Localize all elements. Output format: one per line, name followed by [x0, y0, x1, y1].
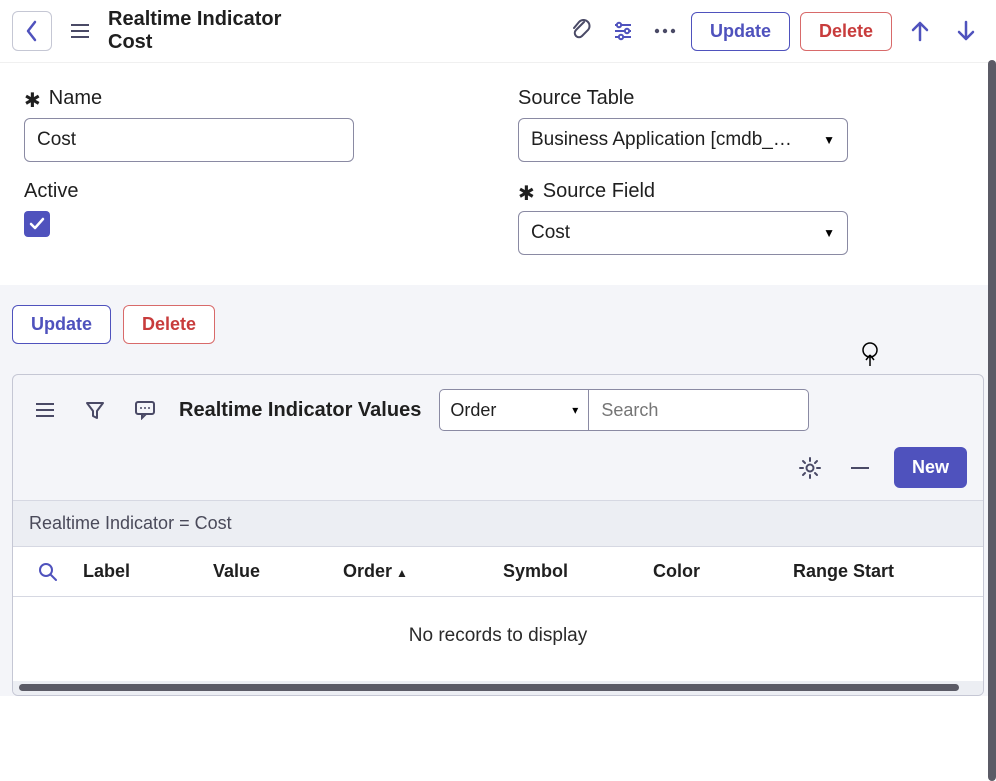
chevron-down-icon: ▼ [823, 133, 835, 147]
source-table-field: Source Table Business Application [cmdb_… [518, 87, 972, 162]
name-input[interactable] [24, 118, 354, 162]
chevron-down-icon: ▼ [823, 226, 835, 240]
menu-icon [36, 403, 54, 417]
check-icon [29, 217, 45, 231]
col-color[interactable]: Color [653, 561, 793, 582]
name-label: Name [49, 87, 102, 110]
header-actions: Update Delete [565, 12, 984, 51]
page-title-block: Realtime Indicator Cost [108, 8, 281, 54]
required-icon: ✱ [24, 91, 41, 111]
chevron-down-icon: ▾ [572, 403, 578, 417]
paperclip-icon [570, 19, 592, 43]
form-button-bar: Update Delete [0, 285, 996, 364]
form-header: Realtime Indicator Cost Update Delete [0, 0, 996, 63]
personalize-button[interactable] [607, 15, 639, 47]
back-button[interactable] [12, 11, 52, 51]
list-filter-breadcrumb[interactable]: Realtime Indicator = Cost [13, 500, 983, 547]
sort-asc-icon: ▲ [396, 566, 408, 580]
attachments-button[interactable] [565, 15, 597, 47]
related-list-panel: Realtime Indicator Values Order ▾ New Re… [12, 374, 984, 696]
list-toolbar: Realtime Indicator Values Order ▾ [13, 375, 983, 439]
col-value[interactable]: Value [213, 561, 343, 582]
list-toolbar-right: New [13, 439, 983, 500]
more-actions-button[interactable] [649, 15, 681, 47]
ellipsis-icon [654, 28, 676, 34]
page-title-line2: Cost [108, 31, 281, 54]
arrow-down-icon [956, 20, 976, 42]
list-settings-button[interactable] [794, 452, 826, 484]
source-field-field: ✱ Source Field Cost ▼ [518, 180, 972, 255]
empty-state: No records to display [13, 597, 983, 681]
collapse-button[interactable] [844, 452, 876, 484]
col-range-start[interactable]: Range Start [793, 561, 953, 582]
col-symbol[interactable]: Symbol [503, 561, 653, 582]
page-vertical-scrollbar[interactable] [988, 60, 996, 781]
previous-record-button[interactable] [902, 13, 938, 49]
funnel-icon [85, 400, 105, 420]
new-button[interactable]: New [894, 447, 967, 488]
col-order[interactable]: Order▲ [343, 561, 503, 582]
name-field: ✱ Name [24, 87, 478, 162]
active-field: Active [24, 180, 478, 255]
list-menu-button[interactable] [29, 394, 61, 426]
list-horizontal-scrollbar[interactable] [13, 681, 983, 695]
required-icon: ✱ [518, 184, 535, 204]
update-button[interactable]: Update [691, 12, 790, 51]
active-checkbox[interactable] [24, 211, 50, 237]
chat-icon [134, 400, 156, 420]
delete-button-bottom[interactable]: Delete [123, 305, 215, 344]
form-body: ✱ Name Source Table Business Application… [0, 63, 996, 285]
col-label[interactable]: Label [83, 561, 213, 582]
activity-button[interactable] [129, 394, 161, 426]
list-search-input[interactable] [589, 389, 809, 431]
list-title: Realtime Indicator Values [179, 399, 421, 422]
source-table-select[interactable]: Business Application [cmdb_… ▼ [518, 118, 848, 162]
delete-button[interactable]: Delete [800, 12, 892, 51]
source-field-label: Source Field [543, 180, 655, 203]
search-icon [38, 562, 58, 582]
source-field-value: Cost [531, 222, 570, 244]
table-header: Label Value Order▲ Symbol Color Range St… [13, 547, 983, 597]
column-search-button[interactable] [13, 562, 83, 582]
source-field-select[interactable]: Cost ▼ [518, 211, 848, 255]
next-record-button[interactable] [948, 13, 984, 49]
sliders-icon [612, 20, 634, 42]
chevron-left-icon [25, 20, 39, 42]
search-field-value: Order [450, 400, 496, 421]
source-table-label: Source Table [518, 87, 634, 110]
active-label: Active [24, 180, 78, 203]
arrow-up-icon [910, 20, 930, 42]
filter-button[interactable] [79, 394, 111, 426]
minus-icon [851, 466, 869, 470]
gear-icon [799, 457, 821, 479]
source-table-value: Business Application [cmdb_… [531, 129, 792, 151]
update-button-bottom[interactable]: Update [12, 305, 111, 344]
menu-button[interactable] [64, 15, 96, 47]
page-title-line1: Realtime Indicator [108, 8, 281, 31]
menu-icon [71, 24, 89, 38]
search-field-select[interactable]: Order ▾ [439, 389, 589, 431]
